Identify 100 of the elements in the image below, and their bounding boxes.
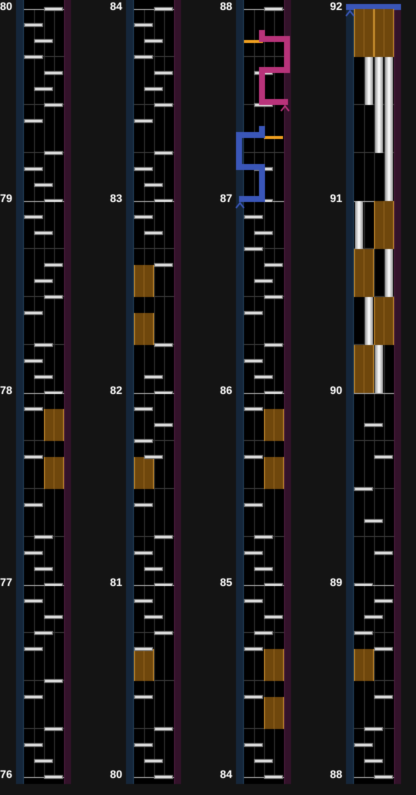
hold-note: [134, 265, 154, 297]
tap-note: [24, 647, 43, 651]
tap-note: [244, 599, 263, 603]
tap-note: [34, 567, 53, 571]
hold-note: [264, 409, 284, 441]
tap-note: [264, 615, 283, 619]
tap-note: [244, 647, 263, 651]
tap-note: [144, 39, 163, 43]
tap-note: [244, 359, 263, 363]
tap-note: [244, 247, 263, 251]
tap-note: [24, 359, 43, 363]
measure-number: 81: [110, 578, 124, 589]
tap-note: [144, 455, 163, 459]
tap-note: [44, 7, 63, 11]
tap-note: [144, 375, 163, 379]
measure-number: 79: [0, 194, 14, 205]
hold-note: [134, 649, 154, 681]
hold-note: [134, 457, 154, 489]
tap-note: [134, 55, 153, 59]
tap-note: [134, 695, 153, 699]
tap-note: [154, 727, 173, 731]
tap-note: [154, 7, 173, 11]
tap-note: [244, 503, 263, 507]
tap-note: [134, 407, 153, 411]
tap-note: [364, 759, 383, 763]
hold-note: [264, 649, 284, 681]
caret-icon: [345, 10, 355, 16]
hold-note: [264, 697, 284, 729]
tap-note: [374, 455, 393, 459]
tap-note: [34, 375, 53, 379]
tap-note: [254, 375, 273, 379]
tap-note: [354, 487, 373, 491]
measure-number: 77: [0, 578, 14, 589]
tap-note: [134, 551, 153, 555]
tap-note: [364, 615, 383, 619]
tap-note: [34, 535, 53, 539]
measure-number: 92: [330, 2, 344, 13]
hold-note: [264, 457, 284, 489]
tap-note: [44, 679, 63, 683]
tap-note: [374, 775, 393, 779]
tap-note: [264, 343, 283, 347]
hold-note: [44, 457, 64, 489]
measure-number: 89: [330, 578, 344, 589]
tap-note: [364, 727, 383, 731]
tap-note: [354, 631, 373, 635]
measure-number: 88: [220, 2, 234, 13]
hold-note: [44, 409, 64, 441]
tap-note: [34, 231, 53, 235]
tap-note: [144, 615, 163, 619]
measure-number: 90: [330, 386, 344, 397]
tap-note: [374, 647, 393, 651]
tap-note: [44, 615, 63, 619]
tap-note: [144, 183, 163, 187]
tap-note: [244, 311, 263, 315]
tap-note: [34, 39, 53, 43]
tap-note: [44, 727, 63, 731]
tap-note: [134, 503, 153, 507]
tap-note: [144, 759, 163, 763]
tap-note: [154, 423, 173, 427]
tap-note: [24, 695, 43, 699]
tap-note: [244, 551, 263, 555]
tap-note: [244, 455, 263, 459]
tap-note: [24, 455, 43, 459]
measure-number: 84: [220, 770, 234, 781]
tap-note: [34, 343, 53, 347]
tap-note: [24, 407, 43, 411]
measure-number: 88: [330, 770, 344, 781]
measure-number: 91: [330, 194, 344, 205]
tap-note: [44, 71, 63, 75]
tap-note: [34, 183, 53, 187]
tap-note: [244, 215, 263, 219]
tap-note: [264, 263, 283, 267]
marker-line: [244, 40, 263, 43]
tap-note: [134, 647, 153, 651]
tap-note: [134, 119, 153, 123]
tap-note: [144, 87, 163, 91]
tap-note: [264, 775, 283, 779]
tap-note: [154, 151, 173, 155]
tap-note: [154, 343, 173, 347]
hold-note: [134, 313, 154, 345]
tap-note: [44, 775, 63, 779]
measure-number: 78: [0, 386, 14, 397]
tap-note: [254, 231, 273, 235]
tap-note: [374, 695, 393, 699]
tap-note: [44, 263, 63, 267]
tap-note: [154, 631, 173, 635]
tap-note: [244, 743, 263, 747]
measure-number: 87: [220, 194, 234, 205]
tap-note: [154, 71, 173, 75]
hold-note: [354, 649, 374, 681]
tap-note: [134, 599, 153, 603]
tap-note: [254, 567, 273, 571]
tap-note: [24, 503, 43, 507]
tap-note: [134, 23, 153, 27]
tap-note: [24, 23, 43, 27]
tap-note: [24, 743, 43, 747]
tap-note: [24, 599, 43, 603]
measure-number: 86: [220, 386, 234, 397]
tap-note: [154, 535, 173, 539]
tap-note: [144, 231, 163, 235]
